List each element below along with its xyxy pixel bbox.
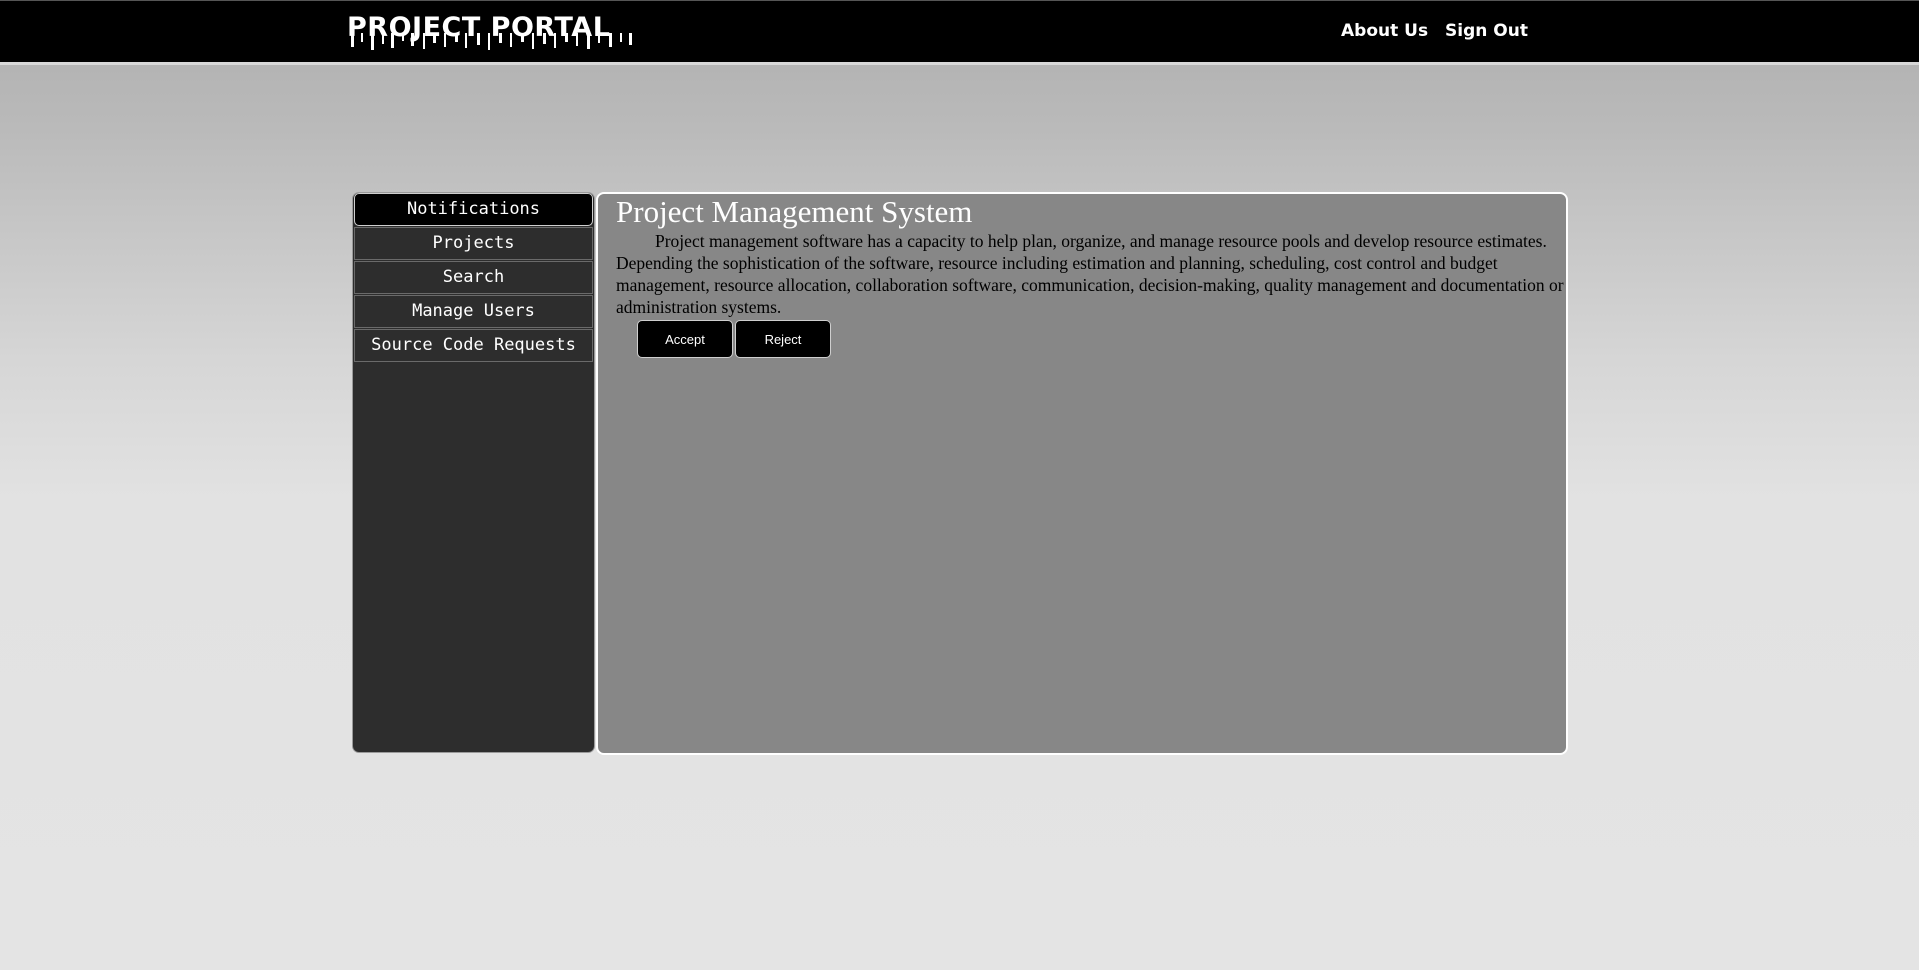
reject-button[interactable]: Reject <box>735 320 831 358</box>
logo-drip-decoration <box>351 33 632 50</box>
sidebar-menu: Notifications Projects Search Manage Use… <box>352 192 595 753</box>
sidebar-item-projects[interactable]: Projects <box>354 227 593 260</box>
nav-about-us-link[interactable]: About Us <box>1341 21 1428 41</box>
page-description: Project management software has a capaci… <box>616 231 1564 317</box>
sidebar-item-search[interactable]: Search <box>354 261 593 294</box>
page-title: Project Management System <box>616 194 973 229</box>
sidebar-item-source-code-requests[interactable]: Source Code Requests <box>354 329 593 362</box>
nav-sign-out-link[interactable]: Sign Out <box>1445 21 1528 41</box>
top-header-bar: PROJECT PORTAL About Us Sign Out <box>0 0 1919 65</box>
sidebar-item-manage-users[interactable]: Manage Users <box>354 295 593 328</box>
main-content-panel: Project Management System Project manage… <box>596 192 1568 755</box>
accept-button[interactable]: Accept <box>637 320 733 358</box>
sidebar-item-notifications[interactable]: Notifications <box>354 193 593 226</box>
project-portal-logo[interactable]: PROJECT PORTAL <box>347 13 637 50</box>
